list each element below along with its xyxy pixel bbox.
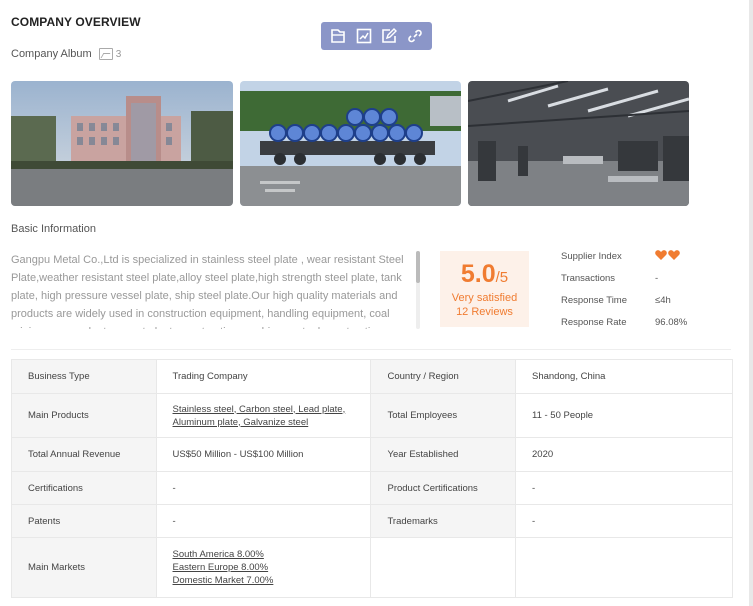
file-icon[interactable] <box>328 26 348 46</box>
main-products-link[interactable]: Aluminum plate, Galvanize steel <box>173 416 371 429</box>
album-count: 3 <box>115 48 122 60</box>
patents-value: - <box>155 504 372 538</box>
edit-icon[interactable] <box>379 26 399 46</box>
rating-score-value: 5.0 <box>460 260 496 288</box>
description-scroll-thumb[interactable] <box>416 251 420 283</box>
country-value: Shandong, China <box>515 359 733 394</box>
product-cert-label: Product Certifications <box>370 471 516 505</box>
stat-label: Transactions <box>561 273 616 284</box>
table-row: Business Type Trading Company Country / … <box>11 359 733 394</box>
main-products-value: Stainless steel, Carbon steel, Lead plat… <box>155 393 372 438</box>
table-row: Main Products Stainless steel, Carbon st… <box>11 393 733 438</box>
markets-label: Main Markets <box>11 537 157 598</box>
employees-label: Total Employees <box>370 393 516 438</box>
employees-value: 11 - 50 People <box>515 393 733 438</box>
main-products-link[interactable]: Stainless steel, Carbon steel, Lead plat… <box>173 403 371 416</box>
album-photo-steel-coils[interactable] <box>240 81 461 206</box>
main-products-label: Main Products <box>11 393 157 438</box>
markets-value: South America 8.00% Eastern Europe 8.00%… <box>155 537 372 598</box>
stat-label: Supplier Index <box>561 251 622 262</box>
stat-label: Response Rate <box>561 317 627 328</box>
stat-label: Response Time <box>561 295 628 306</box>
rating-score: 5.0/5 <box>440 260 529 289</box>
table-row: Patents - Trademarks - <box>11 504 733 538</box>
section-divider <box>11 349 731 350</box>
year-label: Year Established <box>370 437 516 472</box>
floating-toolbar <box>321 22 432 50</box>
table-row: Main Markets South America 8.00% Eastern… <box>11 537 733 598</box>
company-description: Gangpu Metal Co.,Ltd is specialized in s… <box>11 254 404 329</box>
company-info-table: Business Type Trading Company Country / … <box>11 359 733 598</box>
image-icon <box>98 48 113 60</box>
certifications-label: Certifications <box>11 471 157 505</box>
empty-cell <box>515 537 733 598</box>
basic-info-label: Basic Information <box>11 223 96 235</box>
stat-value: 96.08% <box>655 317 688 328</box>
link-icon[interactable] <box>405 26 425 46</box>
stat-value: - <box>655 273 659 284</box>
heart-rating-icon <box>655 250 680 261</box>
business-type-value: Trading Company <box>155 359 372 394</box>
album-label: Company Album <box>11 48 92 60</box>
country-label: Country / Region <box>370 359 516 394</box>
album-photo-factory[interactable] <box>468 81 689 206</box>
revenue-value: US$50 Million - US$100 Million <box>155 437 372 472</box>
business-type-label: Business Type <box>11 359 157 394</box>
market-link[interactable]: Domestic Market 7.00% <box>173 574 371 587</box>
rating-box[interactable]: 5.0/5 Very satisfied 12 Reviews <box>440 251 529 327</box>
market-link[interactable]: Eastern Europe 8.00% <box>173 561 371 574</box>
year-value: 2020 <box>515 437 733 472</box>
page-title: COMPANY OVERVIEW <box>11 15 141 29</box>
right-scroll-edge <box>749 0 753 606</box>
product-cert-value: - <box>515 471 733 505</box>
table-row: Total Annual Revenue US$50 Million - US$… <box>11 437 733 472</box>
market-link[interactable]: South America 8.00% <box>173 548 371 561</box>
rating-denominator: /5 <box>495 269 509 286</box>
company-album-header: Company Album 3 <box>11 48 121 60</box>
rating-satisfaction: Very satisfied <box>451 292 518 304</box>
revenue-label: Total Annual Revenue <box>11 437 157 472</box>
patents-label: Patents <box>11 504 157 538</box>
trademarks-value: - <box>515 504 733 538</box>
stat-value: ≤4h <box>655 295 671 306</box>
trademarks-label: Trademarks <box>370 504 516 538</box>
empty-cell <box>370 537 516 598</box>
certifications-value: - <box>155 471 372 505</box>
album-photo-building[interactable] <box>11 81 233 206</box>
rating-reviews-link[interactable]: 12 Reviews <box>440 306 529 318</box>
chart-icon[interactable] <box>354 26 374 46</box>
table-row: Certifications - Product Certifications … <box>11 471 733 505</box>
